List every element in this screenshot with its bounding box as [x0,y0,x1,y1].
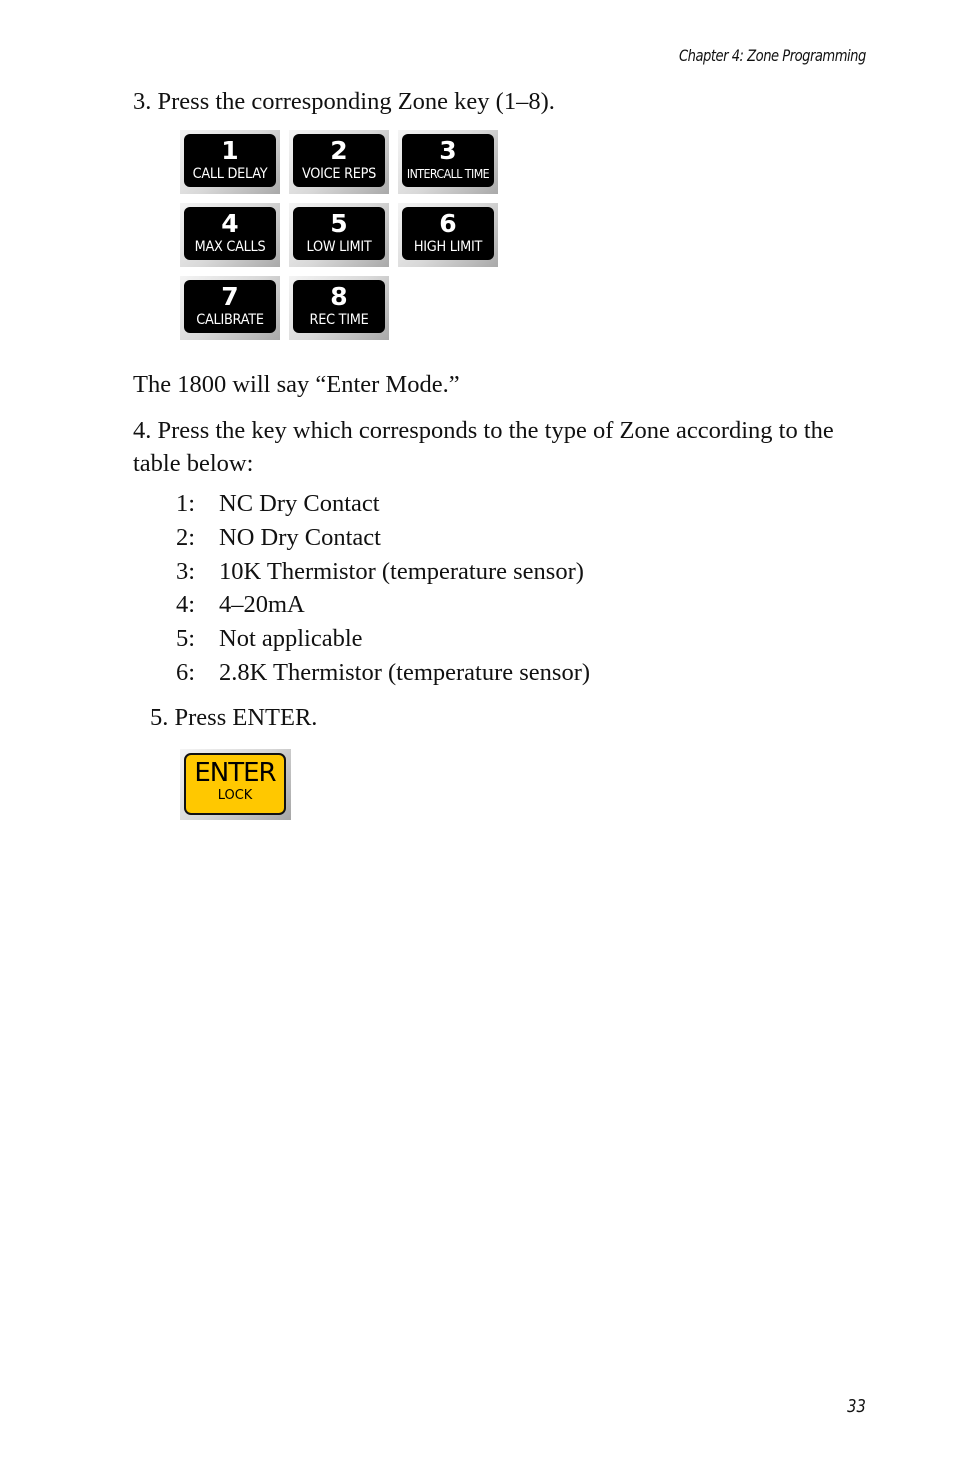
list-item: 5: Not applicable [176,622,590,656]
zone-type-key: 2: [176,523,196,551]
key-label: CALL DELAY [192,166,268,182]
list-item: 2: NO Dry Contact [176,521,590,555]
key-number: 4 [221,209,239,238]
zone-type-desc: 4–20mA [219,591,305,619]
key-7-calibrate: 7 CALIBRATE [180,276,280,340]
key-5-low-limit: 5 LOW LIMIT [289,203,389,267]
key-8-rec-time: 8 REC TIME [289,276,389,340]
enter-key-label: ENTER [194,758,276,788]
list-item: 1: NC Dry Contact [176,487,590,521]
step-3-text: 3. Press the corresponding Zone key (1–8… [133,88,555,115]
key-6-high-limit: 6 HIGH LIMIT [398,203,498,267]
chapter-header: Chapter 4: Zone Programming [679,46,866,65]
key-label: CALIBRATE [196,312,264,328]
list-item: 3: 10K Thermistor (temperature sensor) [176,555,590,589]
zone-type-key: 6: [176,658,196,686]
enter-key-sublabel: LOCK [217,788,253,803]
list-item: 4: 4–20mA [176,588,590,622]
zone-type-desc: NC Dry Contact [219,490,380,517]
zone-type-list: 1: NC Dry Contact 2: NO Dry Contact 3: 10K … [176,487,590,690]
key-label: VOICE REPS [301,166,377,182]
enter-key-face: ENTER LOCK [184,753,286,815]
key-number: 5 [330,209,348,238]
key-number: 2 [330,136,348,165]
page-number: 33 [847,1396,866,1417]
zone-type-desc: NO Dry Contact [219,523,381,551]
enter-mode-note: The 1800 will say “Enter Mode.” [133,371,460,398]
zone-type-desc: 2.8K Thermistor (temperature sensor) [219,658,591,686]
zone-type-key: 5: [176,625,196,653]
key-number: 7 [221,282,239,311]
key-number: 3 [439,136,457,165]
key-label: INTERCALL TIME [406,167,490,181]
zone-type-key: 1: [176,490,196,517]
key-label: MAX CALLS [194,239,266,255]
key-label: HIGH LIMIT [413,239,483,255]
key-label: LOW LIMIT [306,239,372,255]
step-5-text: 5. Press ENTER. [150,704,318,731]
zone-type-key: 4: [176,591,196,619]
key-number: 6 [439,209,457,238]
enter-lock-key: ENTER LOCK [180,749,291,820]
key-1-call-delay: 1 CALL DELAY [180,130,280,194]
key-3-intercall-time: 3 INTERCALL TIME [398,130,498,194]
key-2-voice-reps: 2 VOICE REPS [289,130,389,194]
step-4-text: 4. Press the key which corresponds to th… [133,417,834,477]
key-label: REC TIME [309,312,369,328]
key-number: 8 [330,282,348,311]
zone-keypad: 1 CALL DELAY 2 VOICE REPS 3 INTERCALL TIME … [180,130,498,340]
key-number: 1 [221,136,239,165]
key-4-max-calls: 4 MAX CALLS [180,203,280,267]
zone-type-key: 3: [176,557,196,585]
list-item: 6: 2.8K Thermistor (temperature sensor) [176,656,590,690]
zone-type-desc: Not applicable [219,625,363,653]
zone-type-desc: 10K Thermistor (temperature sensor) [219,557,584,585]
